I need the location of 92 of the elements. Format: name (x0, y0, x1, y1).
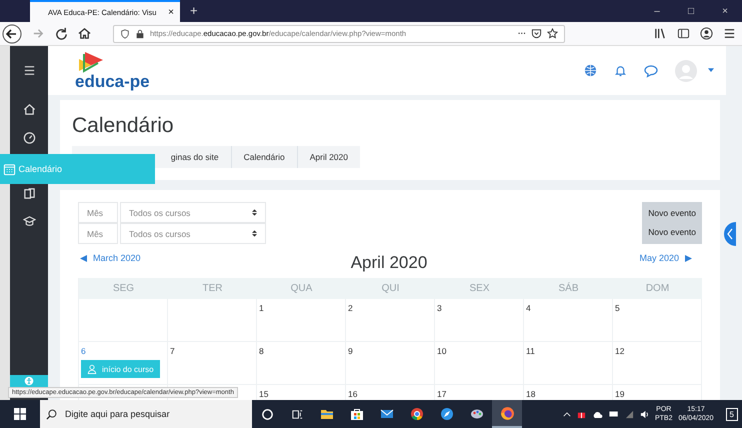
windows-start-icon[interactable] (14, 408, 26, 420)
graduation-cap-icon[interactable] (22, 214, 36, 228)
sort-arrows-icon (252, 209, 257, 216)
battery-icon[interactable] (608, 411, 619, 417)
pocket-icon[interactable] (531, 28, 542, 39)
weekday-header: QUI (346, 278, 435, 299)
day-number[interactable]: 3 (437, 303, 442, 313)
month-title: April 2020 (350, 253, 428, 273)
task-view-icon[interactable] (290, 408, 304, 420)
day-number[interactable]: 8 (259, 346, 264, 356)
caret-icon[interactable] (708, 68, 714, 73)
period-dropdown[interactable]: Mês (78, 223, 118, 244)
cloud-icon[interactable] (592, 410, 603, 418)
day-number[interactable]: 11 (526, 346, 535, 356)
day-number[interactable]: 17 (437, 389, 446, 399)
chevron-up-icon[interactable] (562, 412, 571, 416)
course-select[interactable]: Todos os cursos (120, 202, 266, 223)
taskbar-search-field[interactable]: Digite aqui para pesquisar (40, 400, 252, 428)
previous-month-link[interactable]: March 2020 (78, 253, 141, 263)
sort-arrows-icon (252, 230, 257, 237)
weekday-header: SÁB (524, 278, 613, 299)
bell-icon[interactable] (614, 64, 627, 77)
page-actions-button[interactable]: ··· (518, 29, 526, 38)
day-number[interactable]: 2 (348, 303, 353, 313)
gift-icon[interactable] (576, 410, 586, 418)
files-icon[interactable] (22, 186, 36, 200)
calendar-icon (2, 162, 16, 176)
compass-icon[interactable] (440, 407, 454, 421)
reload-icon[interactable] (55, 27, 68, 40)
menu-icon[interactable] (22, 64, 36, 77)
gauge-icon[interactable] (22, 130, 36, 144)
weekday-header: SEX (435, 278, 524, 299)
breadcrumb-item[interactable]: April 2020 (298, 146, 360, 168)
browser-icon[interactable] (410, 407, 424, 421)
day-number[interactable]: 16 (348, 389, 358, 399)
tab-close-button[interactable]: × (168, 6, 174, 18)
new-event-button[interactable]: Novo evento (642, 223, 702, 242)
triangle-right-icon (685, 254, 692, 262)
lock-icon (135, 28, 145, 38)
window-control[interactable]: – (640, 6, 674, 17)
notification-count[interactable]: 5 (726, 408, 738, 420)
back-icon[interactable] (2, 24, 22, 44)
user-icon (87, 364, 97, 374)
network-icon[interactable] (624, 410, 634, 418)
weekday-header: DOM (613, 278, 702, 299)
site-logo[interactable]: educa-pe (75, 72, 150, 90)
day-number[interactable]: 19 (615, 389, 624, 399)
shield-icon (120, 28, 130, 38)
search-placeholder: Digite aqui para pesquisar (65, 409, 170, 419)
new-event-button[interactable]: Novo evento (642, 204, 702, 223)
star-icon[interactable] (547, 28, 558, 39)
circle-icon[interactable] (260, 408, 274, 420)
chat-icon[interactable] (644, 64, 658, 78)
day-number[interactable]: 4 (526, 303, 531, 313)
breadcrumb-item[interactable]: ginas do site (158, 146, 232, 168)
day-number[interactable]: 10 (437, 346, 446, 356)
firefox-icon[interactable] (500, 406, 514, 420)
window-control[interactable]: □ (674, 6, 708, 17)
new-tab-button[interactable]: + (190, 3, 198, 18)
day-number[interactable]: 9 (348, 346, 353, 356)
drawer-toggle-icon[interactable] (722, 222, 736, 246)
palette-icon[interactable] (470, 407, 484, 421)
next-month-link[interactable]: May 2020 (637, 253, 702, 263)
page-title: Calendário (72, 114, 175, 138)
flyout-label: Calendário (18, 164, 62, 174)
course-select[interactable]: Todos os cursos (120, 223, 266, 244)
weekday-header: TER (168, 278, 257, 299)
day-number[interactable]: 5 (615, 303, 620, 313)
day-number[interactable]: 1 (259, 303, 264, 313)
speaker-icon[interactable] (640, 410, 649, 418)
day-number[interactable]: 12 (615, 346, 624, 356)
mail-icon[interactable] (380, 407, 394, 421)
weekday-header: QUA (257, 278, 346, 299)
search-icon (46, 408, 57, 420)
shopping-bag-icon[interactable] (350, 407, 364, 421)
globe-icon[interactable] (584, 64, 597, 77)
triangle-left-icon (80, 254, 87, 262)
home-icon[interactable] (78, 27, 91, 40)
menu-icon[interactable] (723, 27, 736, 40)
day-number[interactable]: 15 (259, 389, 268, 399)
sidebar-icon[interactable] (677, 27, 690, 40)
library-icon[interactable] (654, 27, 667, 40)
breadcrumb-item[interactable]: Calendário (232, 146, 298, 168)
account-icon[interactable] (700, 27, 713, 40)
folder-icon[interactable] (320, 407, 334, 421)
period-dropdown[interactable]: Mês (78, 202, 118, 223)
window-control[interactable]: × (708, 6, 742, 17)
day-number[interactable]: 7 (170, 346, 175, 356)
day-number[interactable]: 18 (526, 389, 536, 399)
weekday-header: SEG (79, 278, 168, 299)
accessibility-icon (24, 376, 34, 386)
day-number[interactable]: 6 (81, 346, 86, 356)
